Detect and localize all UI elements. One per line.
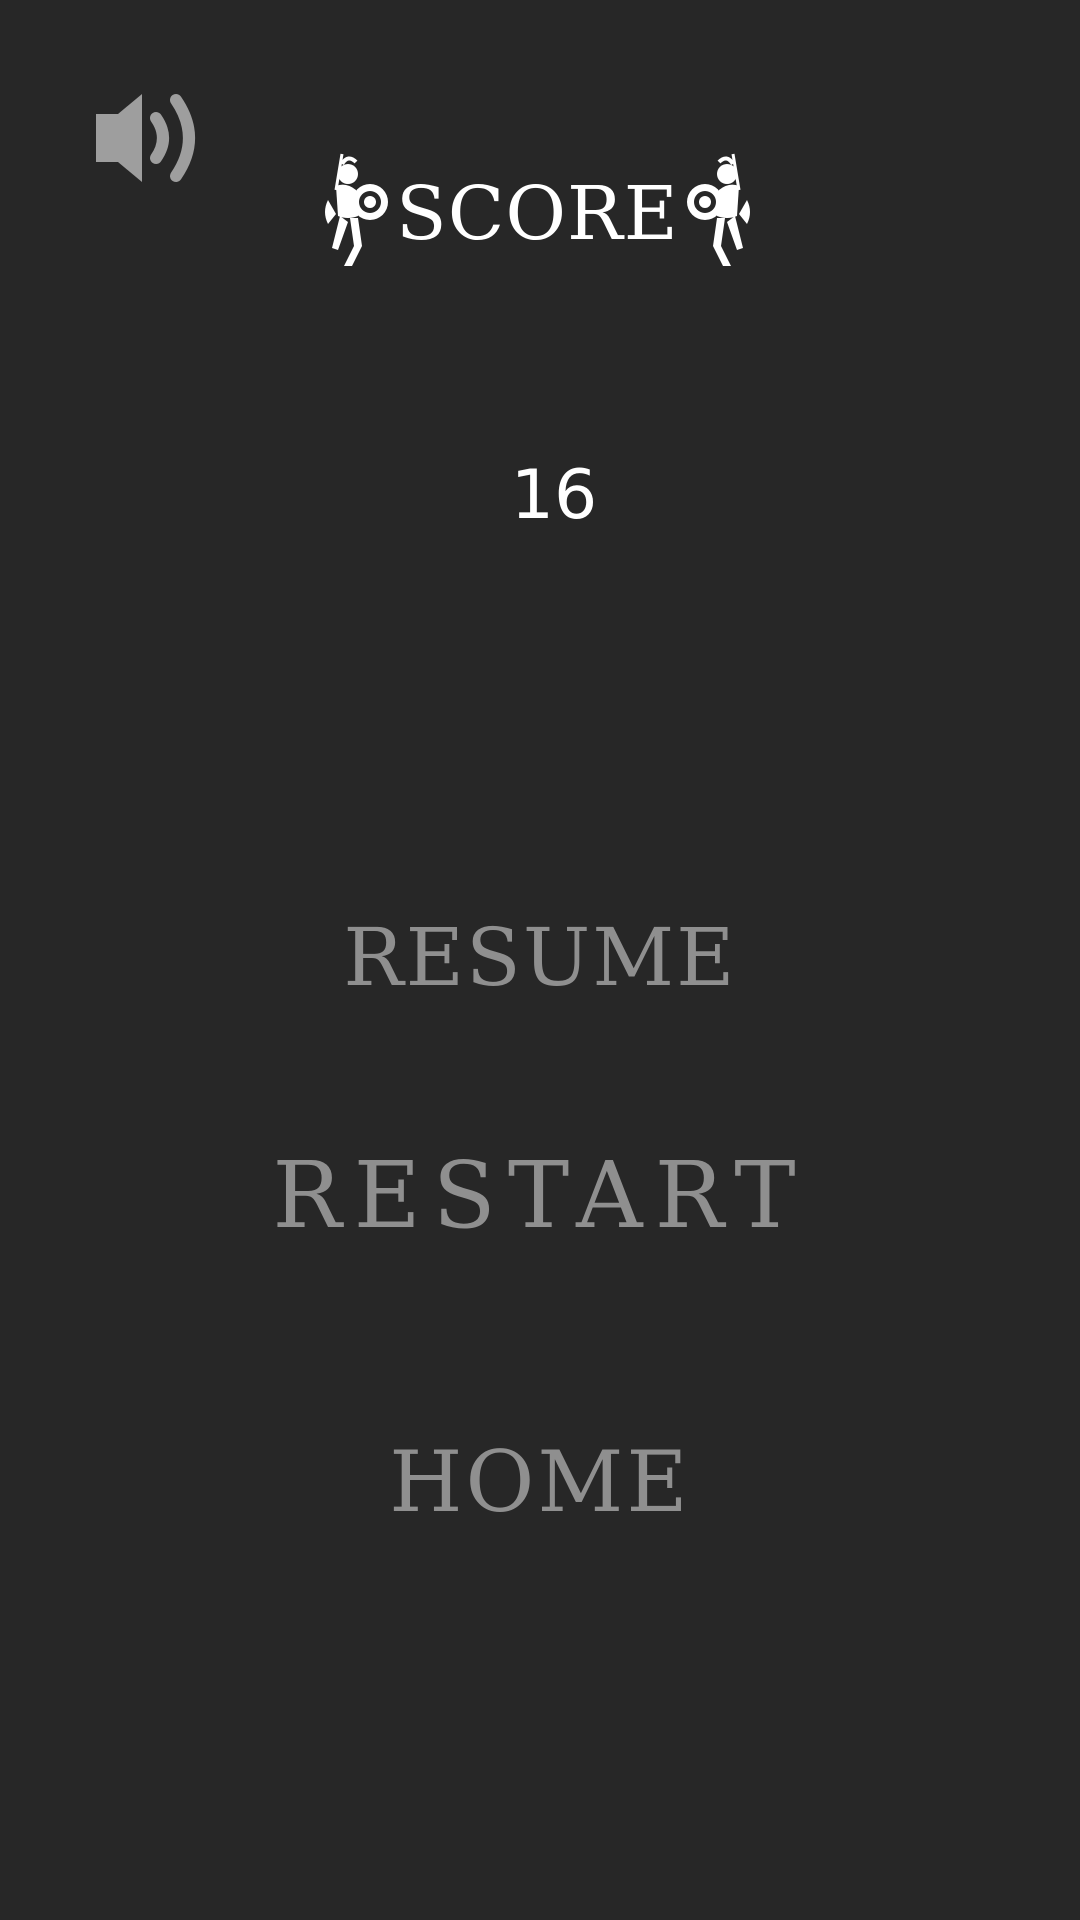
home-button[interactable]: HOME [0, 1440, 1080, 1524]
score-header: SCORE [318, 148, 750, 270]
spartan-warrior-right-icon [679, 150, 757, 268]
pause-screen: SCORE 16 RESUME RESTART HOME [0, 0, 1080, 1920]
spartan-warrior-left-icon [318, 150, 396, 268]
restart-button[interactable]: RESTART [0, 1150, 1080, 1242]
speaker-volume-icon [96, 94, 195, 182]
score-value: 16 [510, 456, 598, 535]
score-title: SCORE [396, 171, 679, 257]
resume-button[interactable]: RESUME [0, 918, 1080, 998]
sound-toggle-button[interactable] [92, 88, 204, 188]
